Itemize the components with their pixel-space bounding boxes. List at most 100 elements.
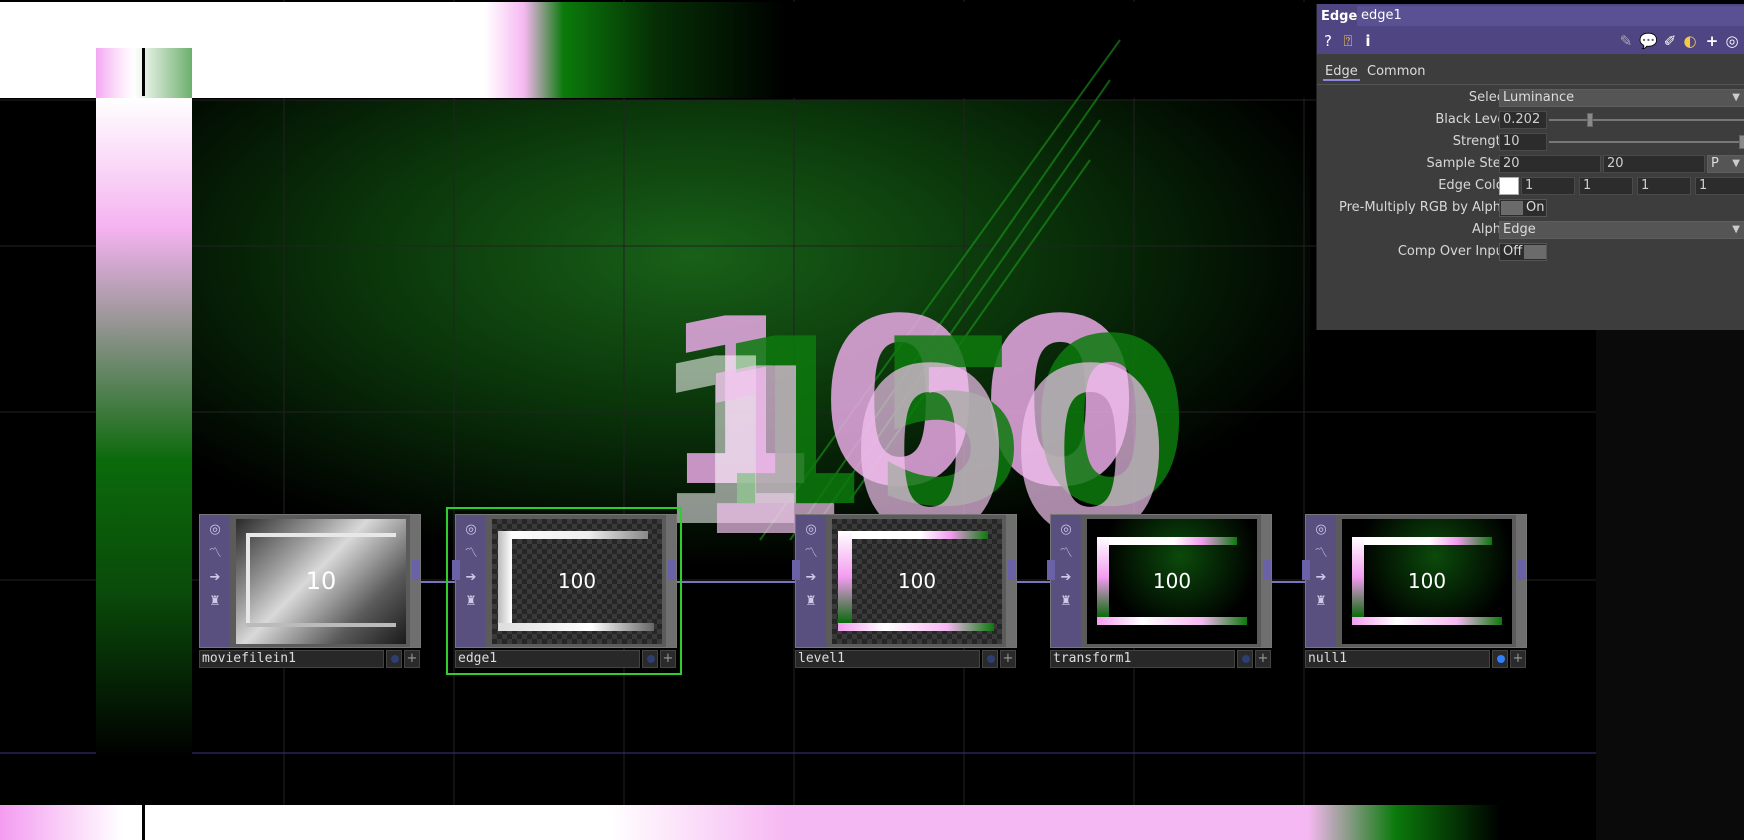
- viewer-icon[interactable]: ◎: [1312, 521, 1330, 539]
- output-connector[interactable]: [1518, 560, 1526, 580]
- add-icon[interactable]: +: [1703, 32, 1721, 50]
- operator-help-icon[interactable]: ⍰: [1339, 32, 1357, 50]
- export-icon[interactable]: ➔: [206, 569, 224, 587]
- input-connector[interactable]: [792, 560, 800, 580]
- operator-name-field[interactable]: edge1: [1357, 6, 1744, 26]
- node-name[interactable]: null1: [1305, 650, 1490, 668]
- sample-step-y-field[interactable]: 20: [1603, 155, 1705, 173]
- param-sample-step: Sample Step 20 20 P ▼: [1317, 154, 1744, 174]
- black-level-slider[interactable]: [1549, 119, 1744, 121]
- node-body[interactable]: ◎ 〽 ➔ ♜ 100: [1302, 514, 1527, 648]
- add-icon[interactable]: +: [660, 650, 676, 668]
- viewer-flag[interactable]: [1492, 650, 1508, 668]
- python-icon[interactable]: ◐: [1681, 32, 1699, 50]
- add-icon[interactable]: +: [1000, 650, 1016, 668]
- sample-step-x-field[interactable]: 20: [1499, 155, 1601, 173]
- bypass-icon[interactable]: 〽: [462, 545, 480, 563]
- viewer-icon[interactable]: ◎: [462, 521, 480, 539]
- node-body[interactable]: ◎ 〽 ➔ ♜ 100: [452, 514, 677, 648]
- viewer-icon[interactable]: ◎: [1057, 521, 1075, 539]
- toggle-value: On: [1526, 200, 1545, 215]
- node-body[interactable]: ◎ 〽 ➔ ♜ 100: [1047, 514, 1272, 648]
- sample-step-unit-menu[interactable]: P ▼: [1707, 155, 1744, 173]
- bypass-icon[interactable]: 〽: [1312, 545, 1330, 563]
- select-menu[interactable]: Luminance ▼: [1499, 89, 1744, 107]
- lock-icon[interactable]: ♜: [462, 593, 480, 611]
- node-sidebar: ◎ 〽 ➔ ♜: [1051, 515, 1081, 647]
- output-connector[interactable]: [412, 560, 420, 580]
- param-label: Pre-Multiply RGB by Alpha: [1338, 200, 1509, 215]
- alpha-menu[interactable]: Edge ▼: [1499, 221, 1744, 239]
- param-black-level: Black Level 0.202: [1317, 110, 1744, 130]
- node-edge1[interactable]: ◎ 〽 ➔ ♜ 100 edge1 +: [446, 507, 682, 675]
- bypass-icon[interactable]: 〽: [802, 545, 820, 563]
- node-body[interactable]: ◎ 〽 ➔ ♜ 10: [199, 514, 421, 648]
- node-moviefilein1[interactable]: ◎ 〽 ➔ ♜ 10 moviefilein1 +: [199, 514, 421, 669]
- wire-edge1-level1[interactable]: [672, 581, 798, 583]
- toggle-knob: [1501, 201, 1523, 215]
- viewer-icon[interactable]: ◎: [802, 521, 820, 539]
- node-thumbnail: 100: [1087, 519, 1257, 644]
- panel-toolbar: ? ⍰ i ✎ 💬 ✐ ◐ + ◎: [1317, 28, 1744, 54]
- docked-icon[interactable]: ✐: [1661, 32, 1679, 50]
- edge-color-r-field[interactable]: 1: [1521, 177, 1575, 195]
- viewer-flag[interactable]: [982, 650, 998, 668]
- export-icon[interactable]: ➔: [462, 569, 480, 587]
- node-name[interactable]: transform1: [1050, 650, 1235, 668]
- input-connector[interactable]: [1047, 560, 1055, 580]
- node-name[interactable]: moviefilein1: [199, 650, 384, 668]
- node-transform1[interactable]: ◎ 〽 ➔ ♜ 100 transform1 +: [1047, 514, 1272, 669]
- strength-slider[interactable]: [1549, 141, 1744, 143]
- black-level-field[interactable]: 0.202: [1499, 111, 1547, 129]
- node-body[interactable]: ◎ 〽 ➔ ♜ 100: [792, 514, 1017, 648]
- wire-transform1-null1[interactable]: [1266, 581, 1308, 583]
- bypass-icon[interactable]: 〽: [1057, 545, 1075, 563]
- lock-icon[interactable]: ♜: [1312, 593, 1330, 611]
- bypass-icon[interactable]: 〽: [206, 545, 224, 563]
- wire-level1-transform1[interactable]: [1012, 581, 1054, 583]
- target-icon[interactable]: ◎: [1723, 32, 1741, 50]
- output-connector[interactable]: [668, 560, 676, 580]
- export-icon[interactable]: ➔: [1057, 569, 1075, 587]
- tab-edge[interactable]: Edge: [1323, 64, 1360, 81]
- edge-color-b-field[interactable]: 1: [1637, 177, 1691, 195]
- strength-knob[interactable]: [1739, 135, 1744, 149]
- param-premultiply: Pre-Multiply RGB by Alpha On: [1317, 198, 1744, 218]
- viewer-flag[interactable]: [386, 650, 402, 668]
- strength-field[interactable]: 10: [1499, 133, 1547, 151]
- lock-icon[interactable]: ♜: [802, 593, 820, 611]
- input-connector[interactable]: [1302, 560, 1310, 580]
- node-name[interactable]: edge1: [455, 650, 640, 668]
- unit-value: P: [1711, 156, 1719, 171]
- add-icon[interactable]: +: [1255, 650, 1271, 668]
- comp-over-input-toggle[interactable]: Off: [1499, 243, 1547, 261]
- node-level1[interactable]: ◎ 〽 ➔ ♜ 100 level1 +: [792, 514, 1017, 669]
- premultiply-toggle[interactable]: On: [1499, 199, 1547, 217]
- viewer-icon[interactable]: ◎: [206, 521, 224, 539]
- add-icon[interactable]: +: [404, 650, 420, 668]
- export-icon[interactable]: ➔: [1312, 569, 1330, 587]
- edge-color-g-field[interactable]: 1: [1579, 177, 1633, 195]
- comment-icon[interactable]: 💬: [1639, 32, 1658, 50]
- viewer-flag[interactable]: [1237, 650, 1253, 668]
- viewer-flag[interactable]: [642, 650, 658, 668]
- input-connector[interactable]: [452, 560, 460, 580]
- param-label: Comp Over Input: [1397, 244, 1509, 259]
- dropdown-arrow-icon: ▼: [1732, 92, 1740, 103]
- edge-color-a-field[interactable]: 1: [1695, 177, 1744, 195]
- lock-icon[interactable]: ♜: [206, 593, 224, 611]
- add-icon[interactable]: +: [1510, 650, 1526, 668]
- black-level-knob[interactable]: [1587, 113, 1593, 127]
- lock-icon[interactable]: ♜: [1057, 593, 1075, 611]
- info-icon[interactable]: i: [1359, 32, 1377, 50]
- help-icon[interactable]: ?: [1319, 32, 1337, 50]
- edge-color-swatch[interactable]: [1499, 177, 1519, 195]
- node-name[interactable]: level1: [795, 650, 980, 668]
- node-right-strip: [1516, 515, 1526, 647]
- export-icon[interactable]: ➔: [802, 569, 820, 587]
- output-connector[interactable]: [1008, 560, 1016, 580]
- node-null1[interactable]: ◎ 〽 ➔ ♜ 100 null1 +: [1302, 514, 1527, 669]
- output-connector[interactable]: [1263, 560, 1271, 580]
- edit-icon[interactable]: ✎: [1617, 32, 1635, 50]
- tab-common[interactable]: Common: [1367, 64, 1426, 79]
